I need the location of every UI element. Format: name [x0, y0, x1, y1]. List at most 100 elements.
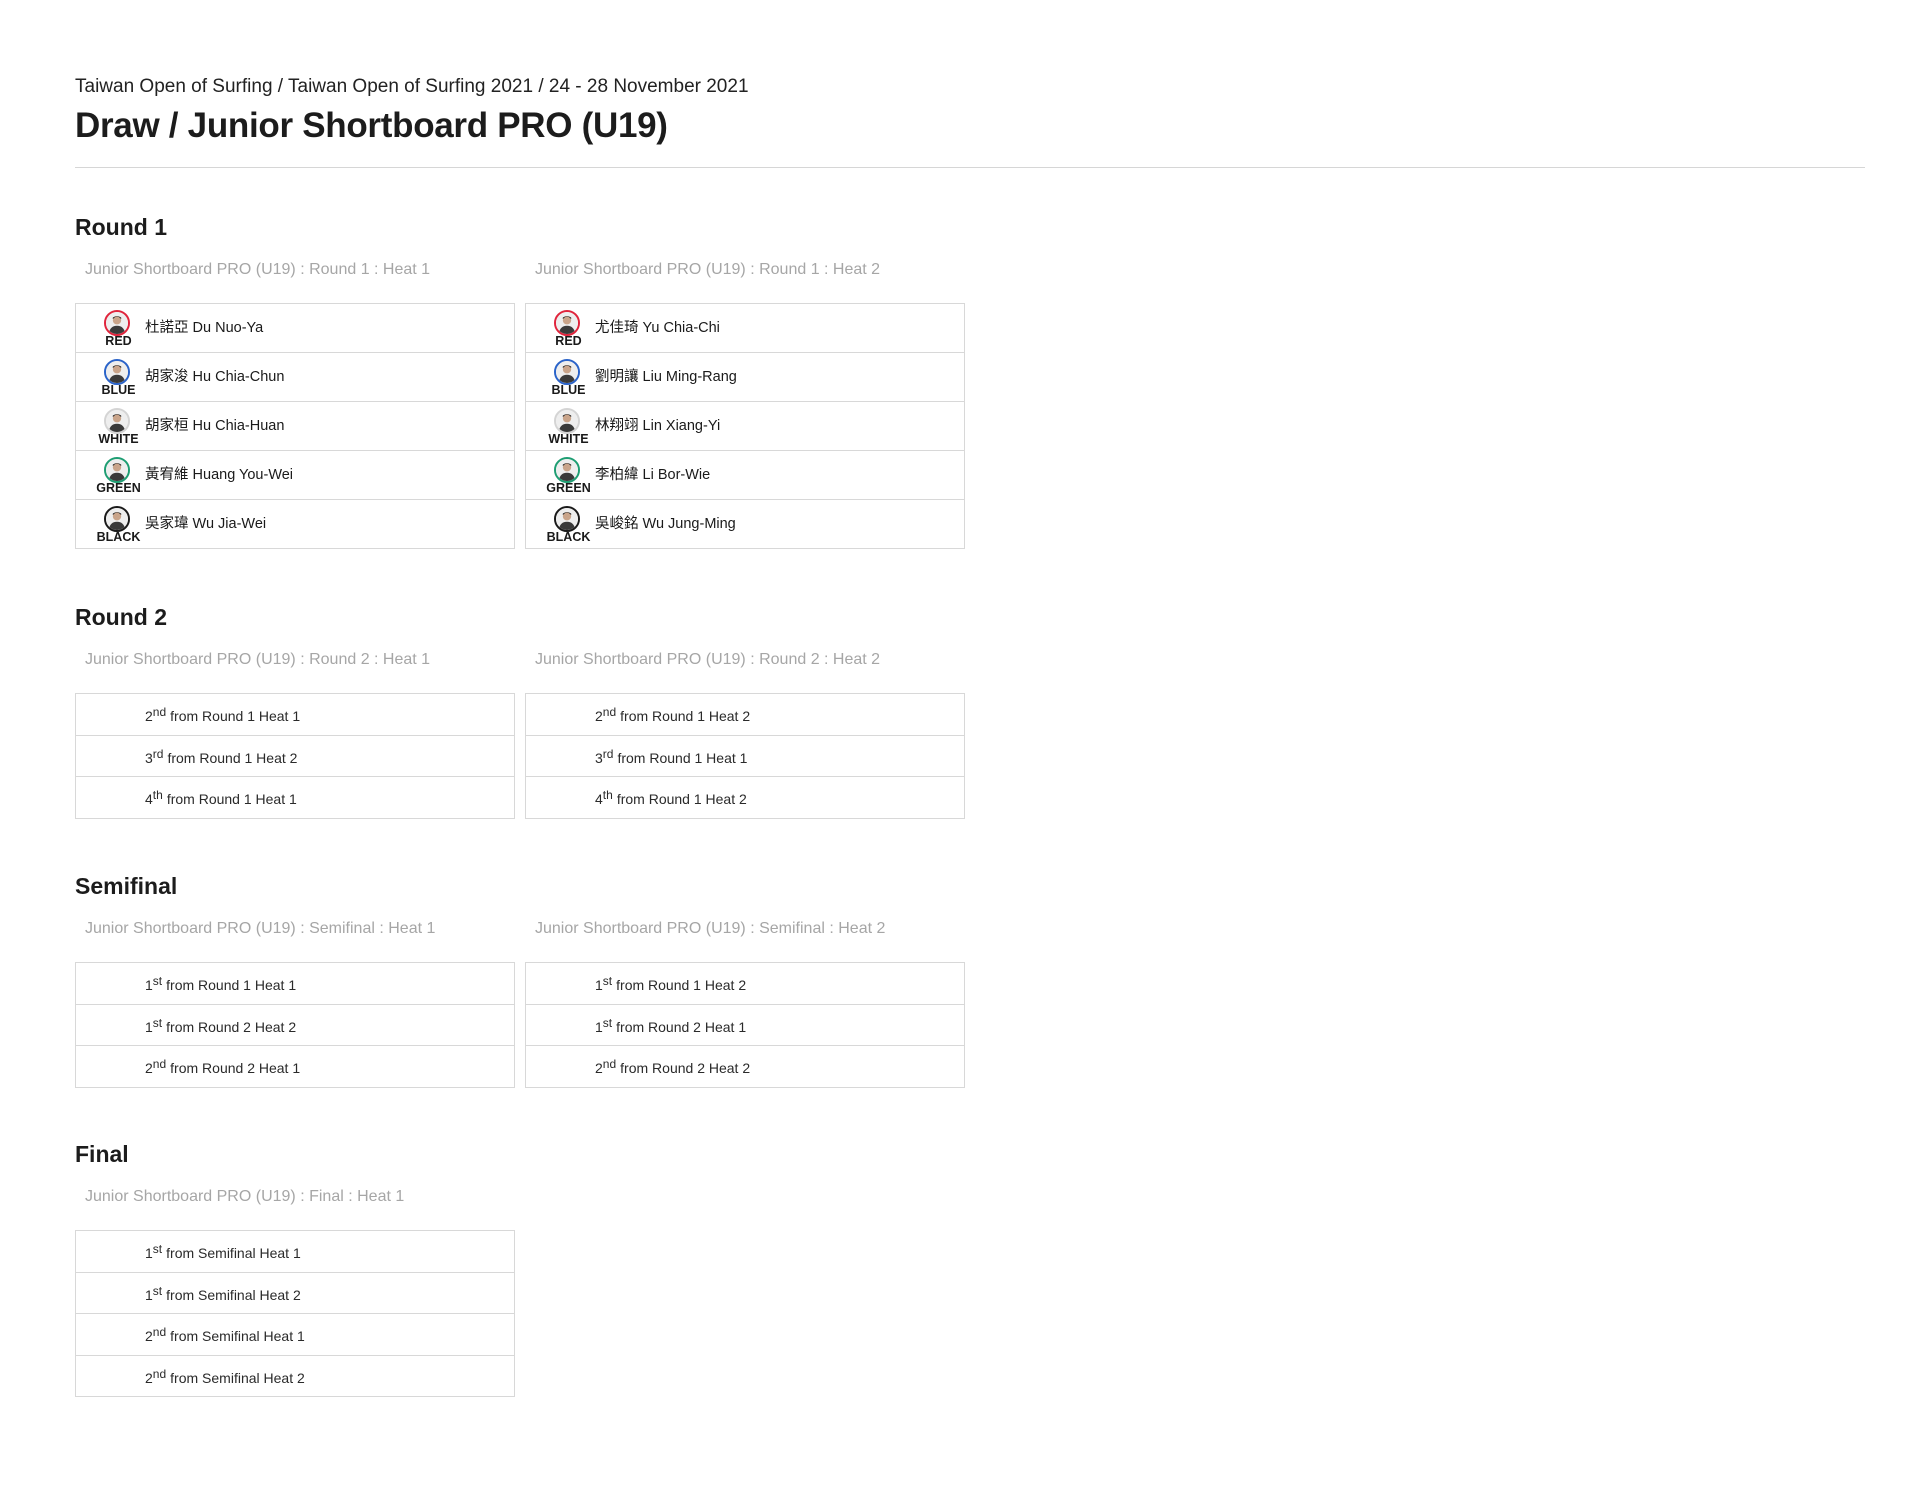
- heat-title[interactable]: Junior Shortboard PRO (U19) : Final : He…: [75, 1187, 515, 1207]
- surfer-name[interactable]: 杜諾亞 Du Nuo-Ya: [145, 304, 263, 352]
- seed-text: 1st from Round 1 Heat 1: [145, 963, 296, 1007]
- seed-ordinal: st: [152, 974, 163, 988]
- seed-source: from Round 1 Heat 2: [620, 708, 751, 724]
- seed-place: 1: [145, 1286, 153, 1303]
- seed-ordinal: nd: [152, 1366, 167, 1381]
- seed-row: 3rd from Round 1 Heat 2: [76, 734, 514, 777]
- surfer-name[interactable]: 黃宥維 Huang You-Wei: [145, 451, 293, 499]
- heat-card: Junior Shortboard PRO (U19) : Semifinal …: [75, 919, 515, 1088]
- seed-ordinal: nd: [152, 705, 167, 719]
- heat-title[interactable]: Junior Shortboard PRO (U19) : Semifinal …: [525, 919, 965, 939]
- seed-ordinal: nd: [602, 705, 617, 719]
- surfer-name[interactable]: 林翔翊 Lin Xiang-Yi: [595, 402, 720, 450]
- surfer-avatar-icon: [554, 359, 580, 385]
- header-divider: [75, 167, 1865, 168]
- seed-source: from Semifinal Heat 2: [166, 1286, 301, 1303]
- heat-table: RED 尤佳琦 Yu Chia-Chi BLUE 劉明讓 Liu Ming-Ra…: [525, 303, 965, 549]
- round-section-round-1: Round 1 Junior Shortboard PRO (U19) : Ro…: [75, 212, 965, 549]
- seed-source: from Semifinal Heat 2: [170, 1369, 305, 1386]
- heat-table: 1st from Semifinal Heat 1 1st from Semifin…: [75, 1230, 515, 1397]
- page-title: Draw / Junior Shortboard PRO (U19): [75, 106, 668, 145]
- heat-table: RED 杜諾亞 Du Nuo-Ya BLUE 胡家浚 Hu Chia-Chun …: [75, 303, 515, 549]
- seed-source: from Round 1 Heat 1: [166, 977, 297, 993]
- seed-ordinal: nd: [152, 1057, 167, 1071]
- seed-place: 1: [145, 977, 153, 993]
- round-section-final: Final Junior Shortboard PRO (U19) : Fina…: [75, 1139, 515, 1397]
- seed-text: 3rd from Round 1 Heat 1: [595, 736, 747, 780]
- seed-source: from Round 1 Heat 2: [616, 977, 747, 993]
- heat-card: Junior Shortboard PRO (U19) : Final : He…: [75, 1187, 515, 1397]
- seed-text: 1st from Round 2 Heat 1: [595, 1005, 746, 1049]
- surfer-avatar-icon: [104, 310, 130, 336]
- surfer-name[interactable]: 胡家桓 Hu Chia-Huan: [145, 402, 284, 450]
- seed-ordinal: st: [602, 1015, 613, 1030]
- seed-text: 2nd from Semifinal Heat 1: [145, 1314, 305, 1358]
- seed-source: from Round 2 Heat 1: [616, 1018, 747, 1035]
- round-title: Final: [75, 1141, 129, 1167]
- seed-source: from Round 1 Heat 1: [170, 708, 301, 724]
- surfer-avatar-icon: [104, 359, 130, 385]
- surfer-row: BLUE 胡家浚 Hu Chia-Chun: [76, 352, 514, 401]
- seed-source: from Semifinal Heat 1: [166, 1245, 301, 1261]
- seed-row: 2nd from Round 1 Heat 2: [526, 694, 964, 735]
- heat-card: Junior Shortboard PRO (U19) : Semifinal …: [525, 919, 965, 1088]
- seed-ordinal: nd: [602, 1057, 617, 1071]
- seed-ordinal: nd: [152, 1325, 167, 1339]
- surfer-row: WHITE 胡家桓 Hu Chia-Huan: [76, 401, 514, 450]
- seed-source: from Round 2 Heat 2: [620, 1060, 751, 1076]
- seed-row: 1st from Round 1 Heat 1: [76, 963, 514, 1004]
- breadcrumb[interactable]: Taiwan Open of Surfing / Taiwan Open of …: [75, 76, 749, 98]
- seed-row: 2nd from Round 2 Heat 2: [526, 1045, 964, 1087]
- heat-table: 2nd from Round 1 Heat 2 3rd from Round 1 H…: [525, 693, 965, 819]
- seed-text: 2nd from Semifinal Heat 2: [145, 1356, 305, 1400]
- heat-card: Junior Shortboard PRO (U19) : Round 2 : …: [75, 650, 515, 819]
- seed-source: from Round 1 Heat 2: [167, 749, 298, 766]
- seed-source: from Semifinal Heat 1: [170, 1328, 305, 1344]
- surfer-row: BLACK 吳峻銘 Wu Jung-Ming: [526, 499, 964, 548]
- surfer-name[interactable]: 胡家浚 Hu Chia-Chun: [145, 353, 284, 401]
- seed-row: 1st from Semifinal Heat 1: [76, 1231, 514, 1272]
- surfer-row: RED 尤佳琦 Yu Chia-Chi: [526, 304, 964, 352]
- seed-place: 1: [145, 1018, 153, 1035]
- seed-row: 2nd from Round 2 Heat 1: [76, 1045, 514, 1087]
- seed-ordinal: st: [602, 974, 613, 988]
- surfer-avatar-icon: [554, 506, 580, 532]
- seed-row: 4th from Round 1 Heat 1: [76, 776, 514, 818]
- heat-card: Junior Shortboard PRO (U19) : Round 2 : …: [525, 650, 965, 819]
- seed-source: from Round 1 Heat 1: [166, 791, 297, 807]
- seed-ordinal: st: [152, 1283, 163, 1298]
- surfer-name[interactable]: 李柏緯 Li Bor-Wie: [595, 451, 710, 499]
- seed-row: 2nd from Round 1 Heat 1: [76, 694, 514, 735]
- seed-text: 4th from Round 1 Heat 2: [595, 777, 747, 821]
- heat-table: 1st from Round 1 Heat 2 1st from Round 2 H…: [525, 962, 965, 1088]
- seed-ordinal: st: [152, 1015, 163, 1030]
- round-title: Round 1: [75, 214, 167, 240]
- seed-text: 2nd from Round 1 Heat 1: [145, 694, 300, 738]
- heat-title[interactable]: Junior Shortboard PRO (U19) : Semifinal …: [75, 919, 515, 939]
- seed-row: 1st from Round 1 Heat 2: [526, 963, 964, 1004]
- seed-place: 1: [595, 1018, 603, 1035]
- seed-text: 1st from Semifinal Heat 1: [145, 1231, 301, 1275]
- heat-title[interactable]: Junior Shortboard PRO (U19) : Round 1 : …: [75, 260, 515, 280]
- round-title: Semifinal: [75, 873, 178, 899]
- seed-text: 1st from Round 2 Heat 2: [145, 1005, 296, 1049]
- surfer-row: WHITE 林翔翊 Lin Xiang-Yi: [526, 401, 964, 450]
- seed-source: from Round 1 Heat 1: [617, 749, 748, 766]
- seed-source: from Round 2 Heat 1: [170, 1060, 301, 1076]
- seed-text: 1st from Semifinal Heat 2: [145, 1273, 301, 1317]
- heat-card: Junior Shortboard PRO (U19) : Round 1 : …: [525, 260, 965, 549]
- heat-card: Junior Shortboard PRO (U19) : Round 1 : …: [75, 260, 515, 549]
- surfer-name[interactable]: 劉明讓 Liu Ming-Rang: [595, 353, 737, 401]
- surfer-name[interactable]: 吳家瑋 Wu Jia-Wei: [145, 500, 266, 548]
- surfer-row: GREEN 黃宥維 Huang You-Wei: [76, 450, 514, 499]
- heat-title[interactable]: Junior Shortboard PRO (U19) : Round 1 : …: [525, 260, 965, 280]
- seed-row: 1st from Round 2 Heat 1: [526, 1003, 964, 1049]
- seed-ordinal: st: [152, 1242, 163, 1256]
- heat-title[interactable]: Junior Shortboard PRO (U19) : Round 2 : …: [75, 650, 515, 670]
- surfer-row: RED 杜諾亞 Du Nuo-Ya: [76, 304, 514, 352]
- surfer-name[interactable]: 尤佳琦 Yu Chia-Chi: [595, 304, 720, 352]
- surfer-avatar-icon: [554, 457, 580, 483]
- surfer-row: GREEN 李柏緯 Li Bor-Wie: [526, 450, 964, 499]
- surfer-name[interactable]: 吳峻銘 Wu Jung-Ming: [595, 500, 736, 548]
- heat-title[interactable]: Junior Shortboard PRO (U19) : Round 2 : …: [525, 650, 965, 670]
